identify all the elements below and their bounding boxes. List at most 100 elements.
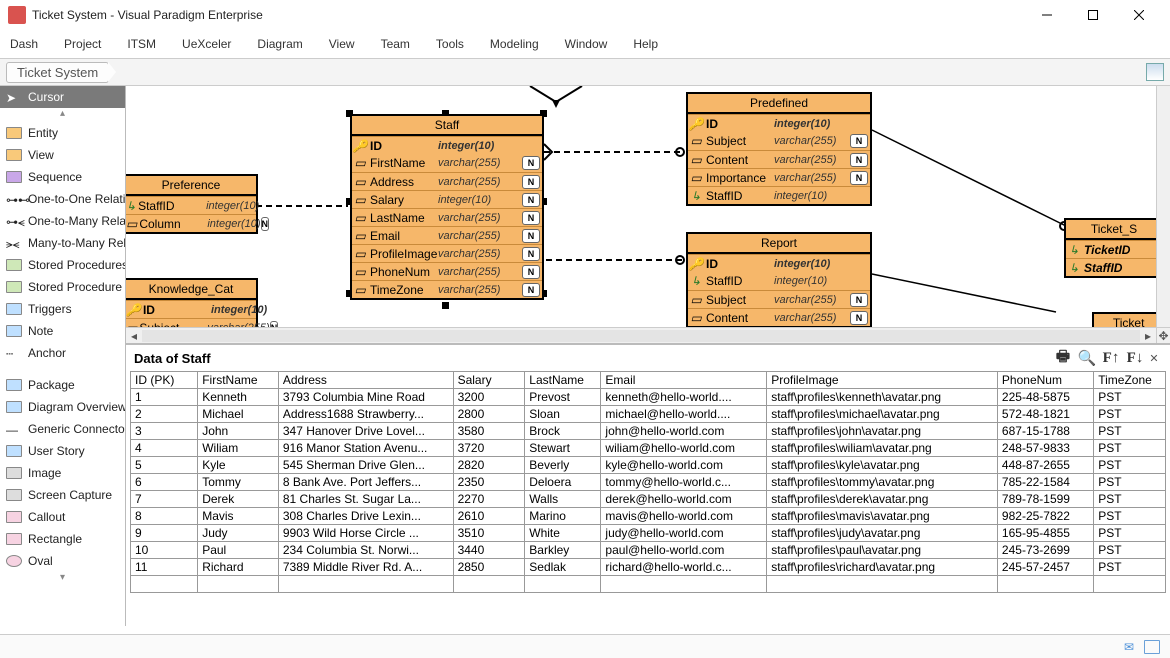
cell[interactable]: staff\profiles\kyle\avatar.png: [767, 457, 998, 474]
cell[interactable]: PST: [1094, 440, 1166, 457]
menu-window[interactable]: Window: [565, 37, 608, 51]
menu-view[interactable]: View: [329, 37, 355, 51]
cell[interactable]: 6: [131, 474, 198, 491]
table-row[interactable]: 3John347 Hanover Drive Lovel...3580Brock…: [131, 423, 1166, 440]
cell[interactable]: [525, 576, 601, 593]
cell[interactable]: PST: [1094, 423, 1166, 440]
horizontal-scrollbar[interactable]: ◂▸: [126, 327, 1156, 343]
palette-user-story[interactable]: User Story: [0, 440, 125, 462]
cell[interactable]: 245-57-2457: [997, 559, 1093, 576]
scroll-left-icon[interactable]: ◂: [126, 329, 142, 343]
cell[interactable]: 2850: [453, 559, 525, 576]
table-row[interactable]: 5Kyle545 Sherman Drive Glen...2820Beverl…: [131, 457, 1166, 474]
cell[interactable]: Deloera: [525, 474, 601, 491]
cell[interactable]: 2610: [453, 508, 525, 525]
cell[interactable]: 545 Sherman Drive Glen...: [278, 457, 453, 474]
palette-generic-connector[interactable]: —Generic Connector: [0, 418, 125, 440]
palette-sequence[interactable]: Sequence: [0, 166, 125, 188]
cell[interactable]: 687-15-1788: [997, 423, 1093, 440]
cell[interactable]: 165-95-4855: [997, 525, 1093, 542]
palette-triggers[interactable]: Triggers: [0, 298, 125, 320]
cell[interactable]: Tommy: [198, 474, 279, 491]
cell[interactable]: wiliam@hello-world.com: [601, 440, 767, 457]
cell[interactable]: 785-22-1584: [997, 474, 1093, 491]
entity-ticket-s[interactable]: Ticket_S ↳TicketID ↳StaffID: [1064, 218, 1164, 278]
cell[interactable]: Mavis: [198, 508, 279, 525]
cell[interactable]: [767, 576, 998, 593]
cell[interactable]: Sloan: [525, 406, 601, 423]
cell[interactable]: 982-25-7822: [997, 508, 1093, 525]
cell[interactable]: kenneth@hello-world....: [601, 389, 767, 406]
minimize-button[interactable]: [1024, 0, 1070, 30]
palette-callout[interactable]: Callout: [0, 506, 125, 528]
cell[interactable]: 3580: [453, 423, 525, 440]
cell[interactable]: staff\profiles\wiliam\avatar.png: [767, 440, 998, 457]
cell[interactable]: Brock: [525, 423, 601, 440]
cell[interactable]: PST: [1094, 559, 1166, 576]
cell[interactable]: Richard: [198, 559, 279, 576]
menu-help[interactable]: Help: [633, 37, 658, 51]
cell[interactable]: 248-57-9833: [997, 440, 1093, 457]
table-row[interactable]: 10Paul234 Columbia St. Norwi...3440Barkl…: [131, 542, 1166, 559]
cell[interactable]: John: [198, 423, 279, 440]
cell[interactable]: PST: [1094, 474, 1166, 491]
cell[interactable]: richard@hello-world.c...: [601, 559, 767, 576]
doc-icon[interactable]: [1144, 640, 1160, 654]
palette-collapse-arrow[interactable]: ▴: [0, 108, 125, 122]
cell[interactable]: Barkley: [525, 542, 601, 559]
sort-asc-icon[interactable]: F↑: [1100, 348, 1122, 368]
cell[interactable]: Prevost: [525, 389, 601, 406]
breadcrumb[interactable]: Ticket System: [6, 62, 109, 83]
column-header[interactable]: ID (PK): [131, 372, 198, 389]
cell[interactable]: staff\profiles\michael\avatar.png: [767, 406, 998, 423]
cell[interactable]: PST: [1094, 542, 1166, 559]
table-row[interactable]: 4Wiliam916 Manor Station Avenu...3720Ste…: [131, 440, 1166, 457]
cell[interactable]: staff\profiles\judy\avatar.png: [767, 525, 998, 542]
diagram-canvas[interactable]: Preference ↳StaffIDinteger(10) ▭Columnin…: [126, 86, 1170, 344]
cell[interactable]: 8 Bank Ave. Port Jeffers...: [278, 474, 453, 491]
table-row[interactable]: 1Kenneth3793 Columbia Mine Road3200Prevo…: [131, 389, 1166, 406]
palette-image[interactable]: Image: [0, 462, 125, 484]
column-header[interactable]: TimeZone: [1094, 372, 1166, 389]
cell[interactable]: 225-48-5875: [997, 389, 1093, 406]
cell[interactable]: 11: [131, 559, 198, 576]
cell[interactable]: PST: [1094, 406, 1166, 423]
cell[interactable]: 10: [131, 542, 198, 559]
entity-report[interactable]: Report 🔑IDinteger(10) ↳StaffIDinteger(10…: [686, 232, 872, 328]
cell[interactable]: 9903 Wild Horse Circle ...: [278, 525, 453, 542]
cell[interactable]: 572-48-1821: [997, 406, 1093, 423]
menu-tools[interactable]: Tools: [436, 37, 464, 51]
table-row[interactable]: 8Mavis308 Charles Drive Lexin...2610Mari…: [131, 508, 1166, 525]
cell[interactable]: mavis@hello-world.com: [601, 508, 767, 525]
cell[interactable]: judy@hello-world.com: [601, 525, 767, 542]
find-icon[interactable]: 🔍: [1076, 348, 1098, 368]
entity-predefined[interactable]: Predefined 🔑IDinteger(10) ▭Subjectvarcha…: [686, 92, 872, 206]
menu-diagram[interactable]: Diagram: [257, 37, 302, 51]
cell[interactable]: 4: [131, 440, 198, 457]
maximize-button[interactable]: [1070, 0, 1116, 30]
column-header[interactable]: ProfileImage: [767, 372, 998, 389]
cell[interactable]: 81 Charles St. Sugar La...: [278, 491, 453, 508]
cell[interactable]: 2820: [453, 457, 525, 474]
cell[interactable]: 3720: [453, 440, 525, 457]
palette-diagram-overview[interactable]: Diagram Overview: [0, 396, 125, 418]
cell[interactable]: 8: [131, 508, 198, 525]
palette-view[interactable]: View: [0, 144, 125, 166]
sort-desc-icon[interactable]: F↓: [1124, 348, 1146, 368]
entity-preference[interactable]: Preference ↳StaffIDinteger(10) ▭Columnin…: [126, 174, 258, 234]
vertical-scrollbar[interactable]: [1156, 86, 1170, 327]
palette-rectangle[interactable]: Rectangle: [0, 528, 125, 550]
column-header[interactable]: Salary: [453, 372, 525, 389]
cell[interactable]: staff\profiles\tommy\avatar.png: [767, 474, 998, 491]
cell[interactable]: john@hello-world.com: [601, 423, 767, 440]
palette-cursor[interactable]: ➤Cursor: [0, 86, 125, 108]
column-header[interactable]: PhoneNum: [997, 372, 1093, 389]
cell[interactable]: 3510: [453, 525, 525, 542]
palette-stored-procedures[interactable]: Stored Procedures: [0, 254, 125, 276]
table-row[interactable]: 6Tommy8 Bank Ave. Port Jeffers...2350Del…: [131, 474, 1166, 491]
column-header[interactable]: LastName: [525, 372, 601, 389]
cell[interactable]: paul@hello-world.com: [601, 542, 767, 559]
cell[interactable]: [198, 576, 279, 593]
cell[interactable]: 7389 Middle River Rd. A...: [278, 559, 453, 576]
cell[interactable]: [1094, 576, 1166, 593]
